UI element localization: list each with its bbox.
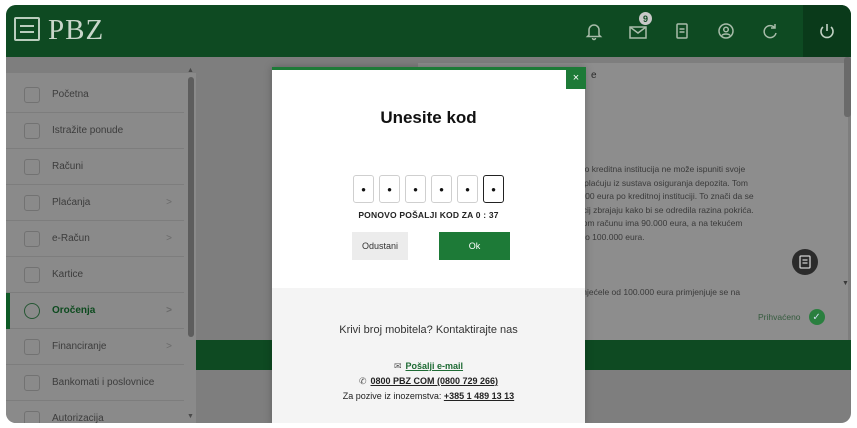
phone-icon: ✆: [358, 376, 367, 386]
chevron-right-icon: >: [166, 197, 172, 208]
sidebar-item-kartice[interactable]: Kartice: [6, 257, 184, 293]
sidebar-item-label: Početna: [52, 89, 89, 100]
sidebar-item-financiranje[interactable]: Financiranje >: [6, 329, 184, 365]
sidebar-item-racuni[interactable]: Računi: [6, 149, 184, 185]
power-icon[interactable]: [803, 5, 851, 57]
ok-button[interactable]: Ok: [439, 232, 510, 260]
scroll-up-icon[interactable]: ▲: [187, 67, 194, 74]
resend-code-countdown[interactable]: PONOVO POŠALJI KOD ZA 0 : 37: [272, 210, 585, 220]
document-icon[interactable]: [660, 5, 704, 57]
chevron-right-icon: >: [166, 233, 172, 244]
code-digit-6[interactable]: •: [483, 175, 504, 203]
sidebar-item-label: Kartice: [52, 269, 84, 280]
chevron-right-icon: >: [166, 305, 172, 316]
abroad-row: Za pozive iz inozemstva: +385 1 489 13 1…: [272, 391, 585, 401]
sidebar-item-label: Financiranje: [52, 341, 107, 352]
abroad-label: Za pozive iz inozemstva:: [342, 391, 442, 401]
refresh-icon[interactable]: [748, 5, 792, 57]
code-digit-4[interactable]: •: [431, 175, 452, 203]
brand-logo[interactable]: PBZ: [48, 14, 104, 47]
abroad-phone-link[interactable]: +385 1 489 13 13: [444, 391, 514, 401]
info-line-bottom: snjećele od 100.000 eura primjenjuje se …: [578, 287, 741, 297]
logo-icon: [14, 17, 40, 41]
check-icon: ✓: [808, 309, 825, 325]
info-line: .000 eura po kreditnoj instituciji. To z…: [578, 191, 754, 201]
info-line: ucij zbrajaju kako bi se odredila razina…: [578, 204, 754, 215]
info-line: što kreditna institucija ne može ispunit…: [578, 164, 746, 174]
accepted-status: Prihvaćeno ✓: [758, 309, 825, 325]
payment-icon: [24, 194, 40, 211]
close-button[interactable]: ×: [566, 67, 586, 89]
cancel-button[interactable]: Odustani: [352, 232, 408, 260]
info-line: nom računu ima 90.000 eura, a na tekućem: [578, 218, 743, 228]
mail-badge: 9: [639, 12, 652, 25]
sidebar-item-label: Oročenja: [52, 305, 96, 316]
info-line: isplaćuju iz sustava osiguranja depozita…: [578, 177, 748, 188]
card-icon: [24, 266, 40, 283]
top-header: PBZ 9: [6, 5, 851, 57]
accepted-label: Prihvaćeno: [758, 312, 801, 322]
sidebar: ▲ Početna Istražite ponude Računi Plaćan…: [6, 67, 196, 423]
e-invoice-icon: [24, 230, 40, 247]
code-digit-2[interactable]: •: [379, 175, 400, 203]
contact-footer: Krivi broj mobitela? Kontaktirajte nas ✉…: [272, 288, 585, 423]
sidebar-item-label: e-Račun: [52, 233, 90, 244]
chevron-right-icon: >: [166, 341, 172, 352]
sidebar-item-e-racun[interactable]: e-Račun >: [6, 221, 184, 257]
document-fab-icon[interactable]: [792, 249, 818, 275]
page-scrollbar[interactable]: [844, 57, 851, 117]
sidebar-item-istrazite-ponude[interactable]: Istražite ponude: [6, 113, 184, 149]
help-text: Krivi broj mobitela? Kontaktirajte nas: [339, 324, 518, 336]
sidebar-item-label: Plaćanja: [52, 197, 91, 208]
sidebar-item-label: Bankomati i poslovnice: [52, 377, 155, 388]
sidebar-scrollbar[interactable]: [188, 77, 194, 337]
dialog-title: Unesite kod: [380, 108, 477, 127]
sidebar-item-orocenja[interactable]: Oročenja >: [6, 293, 184, 329]
home-icon: [24, 86, 40, 103]
coins-icon: [24, 338, 40, 355]
deposit-info-text: što kreditna institucija ne može ispunit…: [578, 163, 798, 244]
timer-icon: [24, 302, 40, 319]
code-input-group: • • • • • •: [353, 175, 504, 203]
bell-icon[interactable]: [572, 5, 616, 57]
wallet-icon: [24, 158, 40, 175]
location-icon: [24, 374, 40, 391]
scroll-down-icon[interactable]: ▼: [187, 413, 194, 420]
email-row: ✉ Pošalji e-mail: [272, 361, 585, 372]
code-digit-5[interactable]: •: [457, 175, 478, 203]
content-heading-fragment: e: [591, 70, 597, 81]
code-digit-1[interactable]: •: [353, 175, 374, 203]
verification-code-dialog: × Unesite kod • • • • • • PONOVO POŠALJI…: [272, 67, 586, 423]
app-window: PBZ 9 e što kreditna institucija ne može…: [6, 5, 851, 423]
tag-icon: [24, 122, 40, 139]
code-digit-3[interactable]: •: [405, 175, 426, 203]
info-line: mo 100.000 eura.: [578, 231, 645, 242]
phone-row: ✆ 0800 PBZ COM (0800 729 266): [272, 376, 585, 387]
sidebar-item-placanja[interactable]: Plaćanja >: [6, 185, 184, 221]
phone-link[interactable]: 0800 PBZ COM (0800 729 266): [370, 376, 498, 386]
lock-icon: [24, 410, 40, 423]
sidebar-item-label: Autorizacija: [52, 413, 104, 423]
mail-icon[interactable]: 9: [616, 5, 660, 57]
sidebar-item-pocetna[interactable]: Početna: [6, 77, 184, 113]
send-email-link[interactable]: Pošalji e-mail: [406, 361, 464, 371]
scroll-down-icon[interactable]: ▼: [842, 280, 849, 287]
sidebar-item-autorizacija[interactable]: Autorizacija: [6, 401, 184, 423]
envelope-icon: ✉: [393, 361, 402, 371]
user-icon[interactable]: [704, 5, 748, 57]
sidebar-item-bankomati[interactable]: Bankomati i poslovnice: [6, 365, 184, 401]
sidebar-item-label: Računi: [52, 161, 84, 172]
sidebar-item-label: Istražite ponude: [52, 125, 124, 136]
